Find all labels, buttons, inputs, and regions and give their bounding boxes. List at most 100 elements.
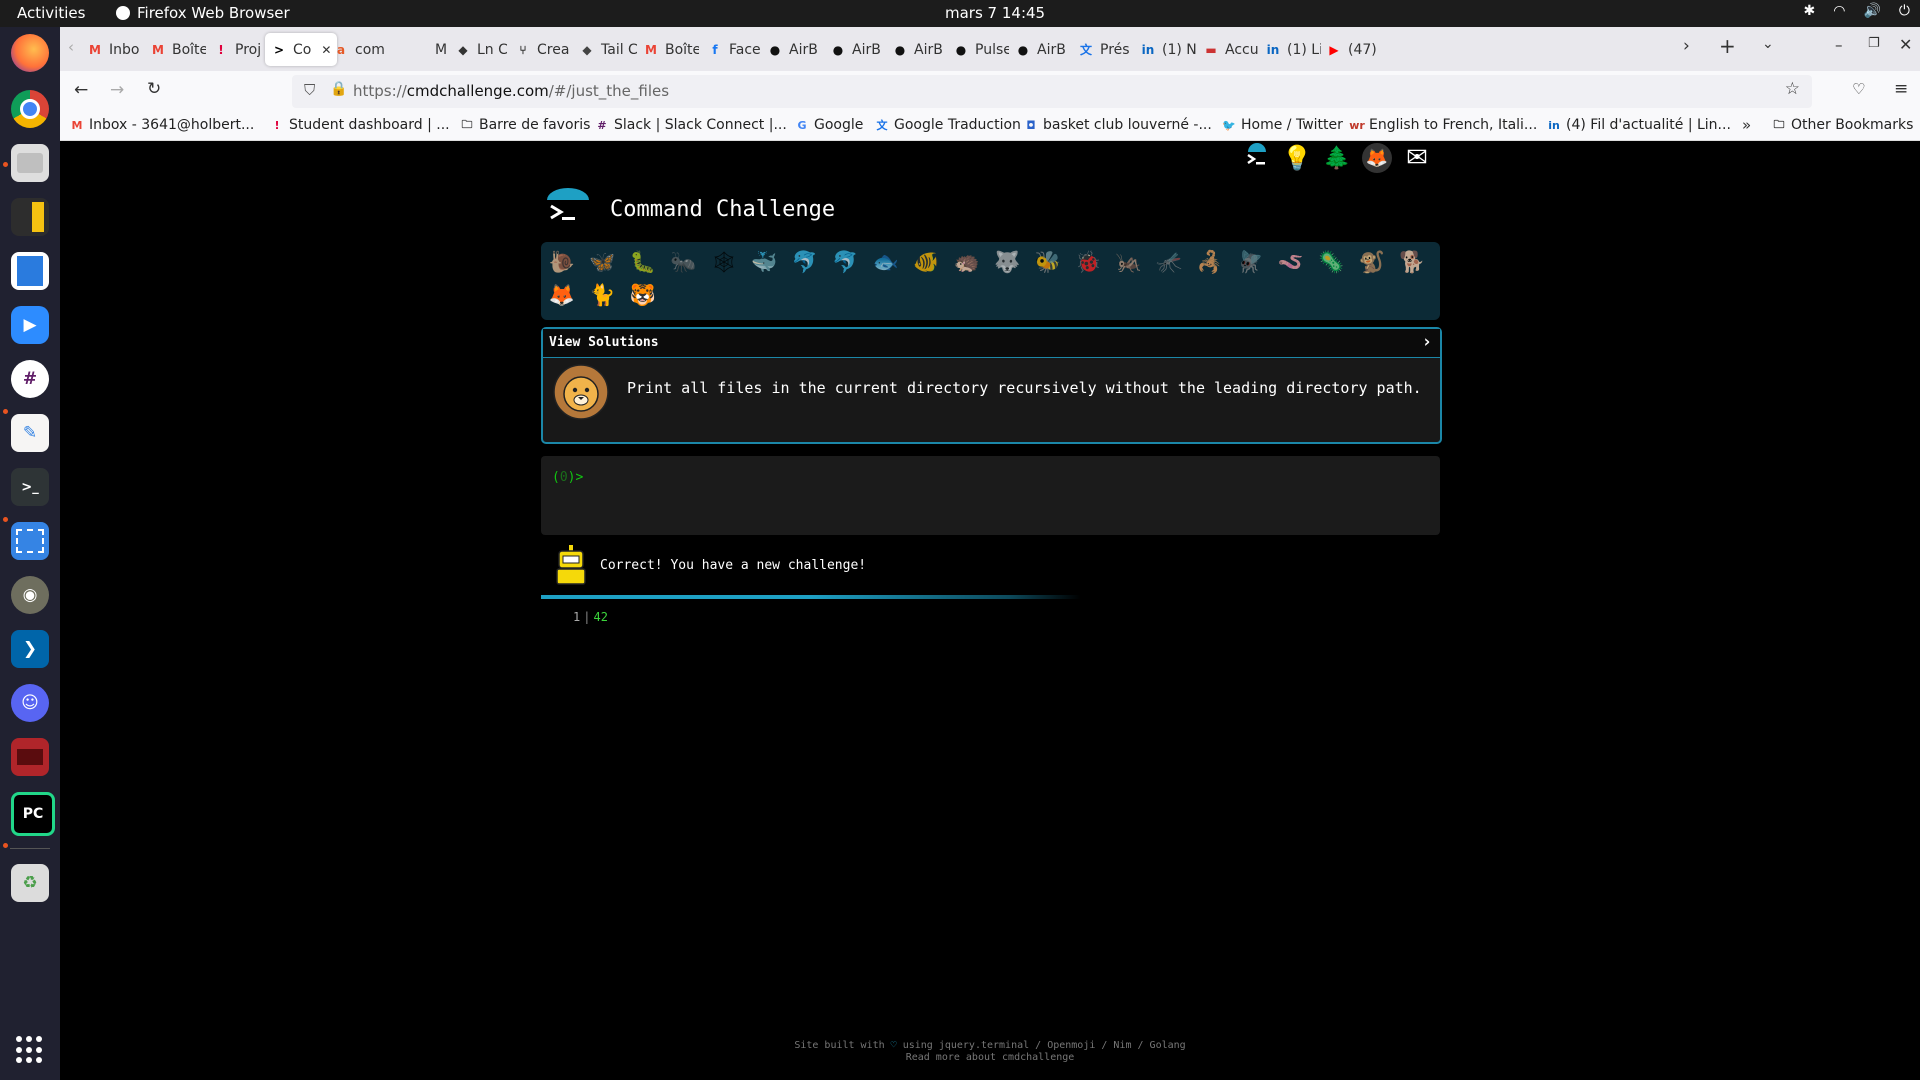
tab-scroll-right-icon[interactable]: › <box>1683 36 1690 56</box>
browser-tab[interactable]: ◆ Ln C <box>455 33 507 66</box>
screenshot-dock-icon[interactable] <box>11 522 49 560</box>
reload-icon[interactable]: ↻ <box>147 79 161 99</box>
browser-tab[interactable]: M Boîte <box>643 33 699 66</box>
browser-tab[interactable]: My s <box>413 33 447 66</box>
challenge-emoji-icon[interactable]: 🐳 <box>750 247 780 277</box>
bookmark-item[interactable]: in (4) Fil d'actualité | Lin... <box>1547 117 1731 133</box>
new-tab-icon[interactable]: + <box>1719 34 1736 58</box>
slack-tray-icon[interactable]: ✱ <box>1804 3 1816 19</box>
volume-icon[interactable]: 🔊 <box>1863 3 1880 19</box>
pycharm-dock-icon[interactable]: PC <box>11 792 55 836</box>
system-tray[interactable]: ✱ ◠ 🔊 ⏻ <box>1804 3 1910 19</box>
writer-dock-icon[interactable] <box>11 252 49 290</box>
browser-tab[interactable]: ▬ Accu <box>1203 33 1259 66</box>
browser-tab[interactable]: in (1) Li <box>1265 33 1321 66</box>
challenge-emoji-icon[interactable]: 🪱 <box>1276 247 1306 277</box>
mail-icon[interactable]: ✉ <box>1402 143 1432 173</box>
challenge-emoji-icon[interactable]: 🐟 <box>871 247 901 277</box>
browser-tab[interactable]: ⑂ Crea <box>515 33 573 66</box>
more-bookmarks-icon[interactable]: » <box>1742 116 1751 134</box>
firefox-dock-icon[interactable] <box>11 34 49 72</box>
minimize-icon[interactable]: – <box>1835 36 1843 54</box>
challenge-emoji-icon[interactable]: 🐬 <box>831 247 861 277</box>
bookmark-item[interactable]: # Slack | Slack Connect |... <box>595 117 786 133</box>
bookmark-item[interactable]: 文 Google Traduction <box>875 117 1021 133</box>
bookmark-item[interactable]: 🐦 Home / Twitter <box>1222 117 1343 133</box>
clock[interactable]: mars 7 14:45 <box>945 4 1045 22</box>
zoom-dock-icon[interactable]: ▶ <box>11 306 49 344</box>
vscode-dock-icon[interactable]: ❯ <box>11 630 49 668</box>
challenge-emoji-icon[interactable]: 🦠 <box>1317 247 1347 277</box>
browser-tab[interactable]: M Inbo <box>87 33 143 66</box>
challenge-emoji-icon[interactable]: 🐬 <box>790 247 820 277</box>
app-menu[interactable]: Firefox Web Browser <box>116 4 290 22</box>
challenge-emoji-icon[interactable]: 🐈 <box>588 280 618 310</box>
activities-button[interactable]: Activities <box>17 4 85 22</box>
browser-tab[interactable]: ● AirB <box>1015 33 1071 66</box>
challenge-emoji-icon[interactable]: 🦔 <box>952 247 982 277</box>
lock-icon[interactable]: 🔒 <box>330 81 347 97</box>
challenge-emoji-icon[interactable]: 🐝 <box>1033 247 1063 277</box>
app-red-dock-icon[interactable] <box>11 738 49 776</box>
gimp-dock-icon[interactable]: ◉ <box>11 576 49 614</box>
bookmark-star-icon[interactable]: ☆ <box>1785 79 1800 99</box>
challenge-emoji-icon[interactable]: 🐌 <box>547 247 577 277</box>
list-all-tabs-icon[interactable]: ⌄ <box>1762 36 1774 52</box>
chrome-dock-icon[interactable] <box>11 90 49 128</box>
challenge-emoji-icon[interactable]: 🐺 <box>993 247 1023 277</box>
files-dock-icon[interactable] <box>11 144 49 182</box>
browser-tab[interactable]: ▶ (47) <box>1326 33 1382 66</box>
challenge-emoji-icon[interactable]: 🦟 <box>1155 247 1185 277</box>
browser-tab[interactable]: M Boîte <box>150 33 206 66</box>
browser-tab[interactable]: ● Pulse <box>953 33 1009 66</box>
challenge-emoji-icon[interactable]: 🦊 <box>547 280 577 310</box>
footer-read-more[interactable]: Read more about cmdchallenge <box>60 1052 1920 1064</box>
challenge-emoji-icon[interactable]: 🐠 <box>912 247 942 277</box>
wifi-icon[interactable]: ◠ <box>1833 3 1845 19</box>
browser-tab[interactable]: ● AirB <box>892 33 948 66</box>
trash-dock-icon[interactable]: ♻ <box>11 864 49 902</box>
slack-dock-icon[interactable]: # <box>11 360 49 398</box>
bookmark-item[interactable]: wr English to French, Itali... <box>1349 117 1537 133</box>
forward-icon[interactable]: → <box>110 80 124 100</box>
challenge-emoji-icon[interactable]: 🐯 <box>628 280 658 310</box>
terminal-dock-icon[interactable]: >_ <box>11 468 49 506</box>
browser-tab[interactable]: f Facel <box>707 33 761 66</box>
bookmark-item[interactable]: 🗀 Barre de favoris <box>460 117 591 133</box>
terminal-logo-icon[interactable] <box>1242 143 1272 173</box>
pocket-icon[interactable]: ♡ <box>1852 80 1865 98</box>
restore-icon[interactable]: ❐ <box>1868 36 1880 51</box>
other-bookmarks[interactable]: 🗀 Other Bookmarks <box>1772 117 1914 133</box>
text-editor-dock-icon[interactable]: ✎ <box>11 414 49 452</box>
browser-tab[interactable]: ● AirB <box>830 33 886 66</box>
challenge-emoji-icon[interactable]: 🐒 <box>1357 247 1387 277</box>
challenge-emoji-icon[interactable]: 🦂 <box>1195 247 1225 277</box>
challenge-emoji-icon[interactable]: 🦋 <box>588 247 618 277</box>
terminal-input[interactable]: (0)> <box>541 456 1440 535</box>
gitlab-icon[interactable]: 🦊 <box>1362 143 1392 173</box>
close-window-icon[interactable]: ✕ <box>1899 35 1912 54</box>
browser-tab[interactable]: ◆ Tail C <box>579 33 637 66</box>
chevron-right-icon[interactable]: › <box>1422 332 1432 352</box>
tracking-shield-icon[interactable]: ⛉ <box>304 81 315 99</box>
view-solutions-header[interactable]: View Solutions › <box>543 329 1440 358</box>
discord-dock-icon[interactable]: ☺ <box>11 684 49 722</box>
challenge-emoji-icon[interactable]: 🦗 <box>1114 247 1144 277</box>
browser-tab[interactable]: in (1) N <box>1140 33 1196 66</box>
url-bar[interactable]: ⛉ 🔒 https://cmdchallenge.com/#/just_the_… <box>292 75 1812 108</box>
bookmark-item[interactable]: M Inbox - 3641@holbert... <box>70 117 255 133</box>
challenge-emoji-icon[interactable]: 🐕 <box>1398 247 1428 277</box>
challenge-emoji-icon[interactable]: 🕸 <box>709 247 739 277</box>
challenge-emoji-icon[interactable]: 🪰 <box>1236 247 1266 277</box>
calculator-dock-icon[interactable] <box>11 198 49 236</box>
browser-tab[interactable]: > Co ✕ <box>265 33 337 66</box>
url-text[interactable]: https://cmdchallenge.com/#/just_the_file… <box>353 82 669 100</box>
bookmark-item[interactable]: ◘ basket club louverné -... <box>1024 117 1211 133</box>
power-icon[interactable]: ⏻ <box>1899 3 1910 19</box>
challenge-emoji-icon[interactable]: 🐞 <box>1074 247 1104 277</box>
tab-scroll-left-icon[interactable]: ‹ <box>68 38 74 56</box>
bookmark-item[interactable]: G Google <box>795 117 863 133</box>
close-tab-icon[interactable]: ✕ <box>321 43 331 57</box>
browser-tab[interactable]: ! Proje <box>213 33 261 66</box>
show-applications-icon[interactable] <box>16 1036 44 1064</box>
